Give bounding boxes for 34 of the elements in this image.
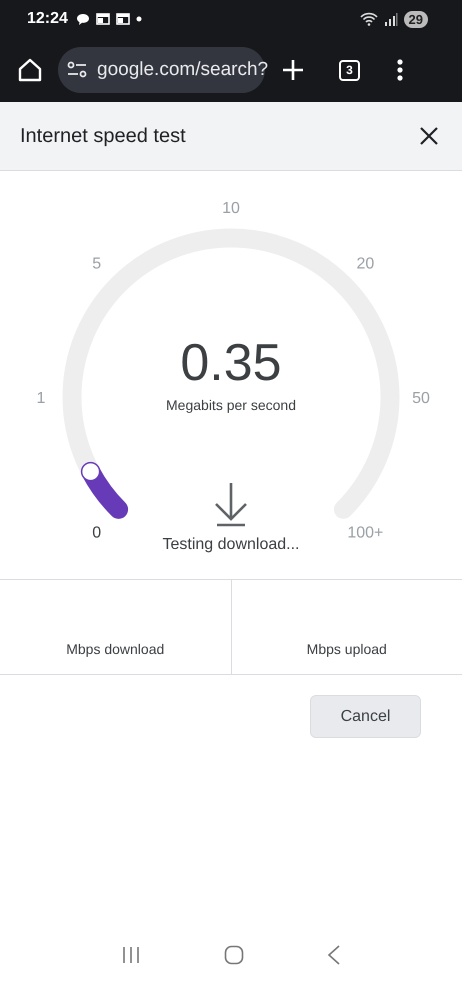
speed-value: 0.35: [180, 334, 282, 392]
download-icon: [214, 482, 248, 526]
clock: 12:24: [27, 10, 68, 28]
gauge-tick-label: 5: [92, 256, 102, 273]
gauge-tick-label: 50: [412, 390, 430, 407]
window-icon: [116, 13, 130, 25]
tune-icon[interactable]: [66, 61, 88, 79]
recents-icon[interactable]: [121, 946, 142, 964]
back-icon[interactable]: [326, 945, 341, 965]
gauge-tick-label: 0: [92, 524, 102, 542]
home-icon[interactable]: [17, 57, 43, 83]
gauge-fill: [80, 462, 128, 519]
chat-icon: [76, 12, 90, 26]
gauge-tick-label: 20: [356, 256, 374, 273]
address-bar[interactable]: google.com/search?: [58, 47, 265, 93]
more-icon[interactable]: [396, 58, 404, 82]
cancel-button[interactable]: Cancel: [310, 695, 421, 738]
test-status: Testing download...: [162, 536, 300, 553]
gauge-tick-label: 100+: [347, 524, 384, 542]
speed-unit: Megabits per second: [166, 397, 296, 413]
window-icon: [96, 13, 110, 25]
dialog-title: Internet speed test: [20, 124, 186, 148]
wifi-icon: [360, 12, 378, 26]
dot-icon: [136, 16, 142, 22]
close-icon[interactable]: [420, 127, 438, 145]
stat-label: Mbps upload: [306, 641, 387, 657]
signal-icon: [384, 12, 398, 26]
tab-count-button[interactable]: 3: [339, 60, 360, 80]
stat-label: Mbps download: [66, 641, 164, 657]
home-nav-icon[interactable]: [224, 945, 244, 965]
gauge-tick-label: 10: [222, 200, 240, 217]
battery-indicator: 29: [404, 10, 428, 28]
plus-icon[interactable]: [281, 58, 305, 82]
gauge-tick-label: 1: [36, 390, 46, 407]
